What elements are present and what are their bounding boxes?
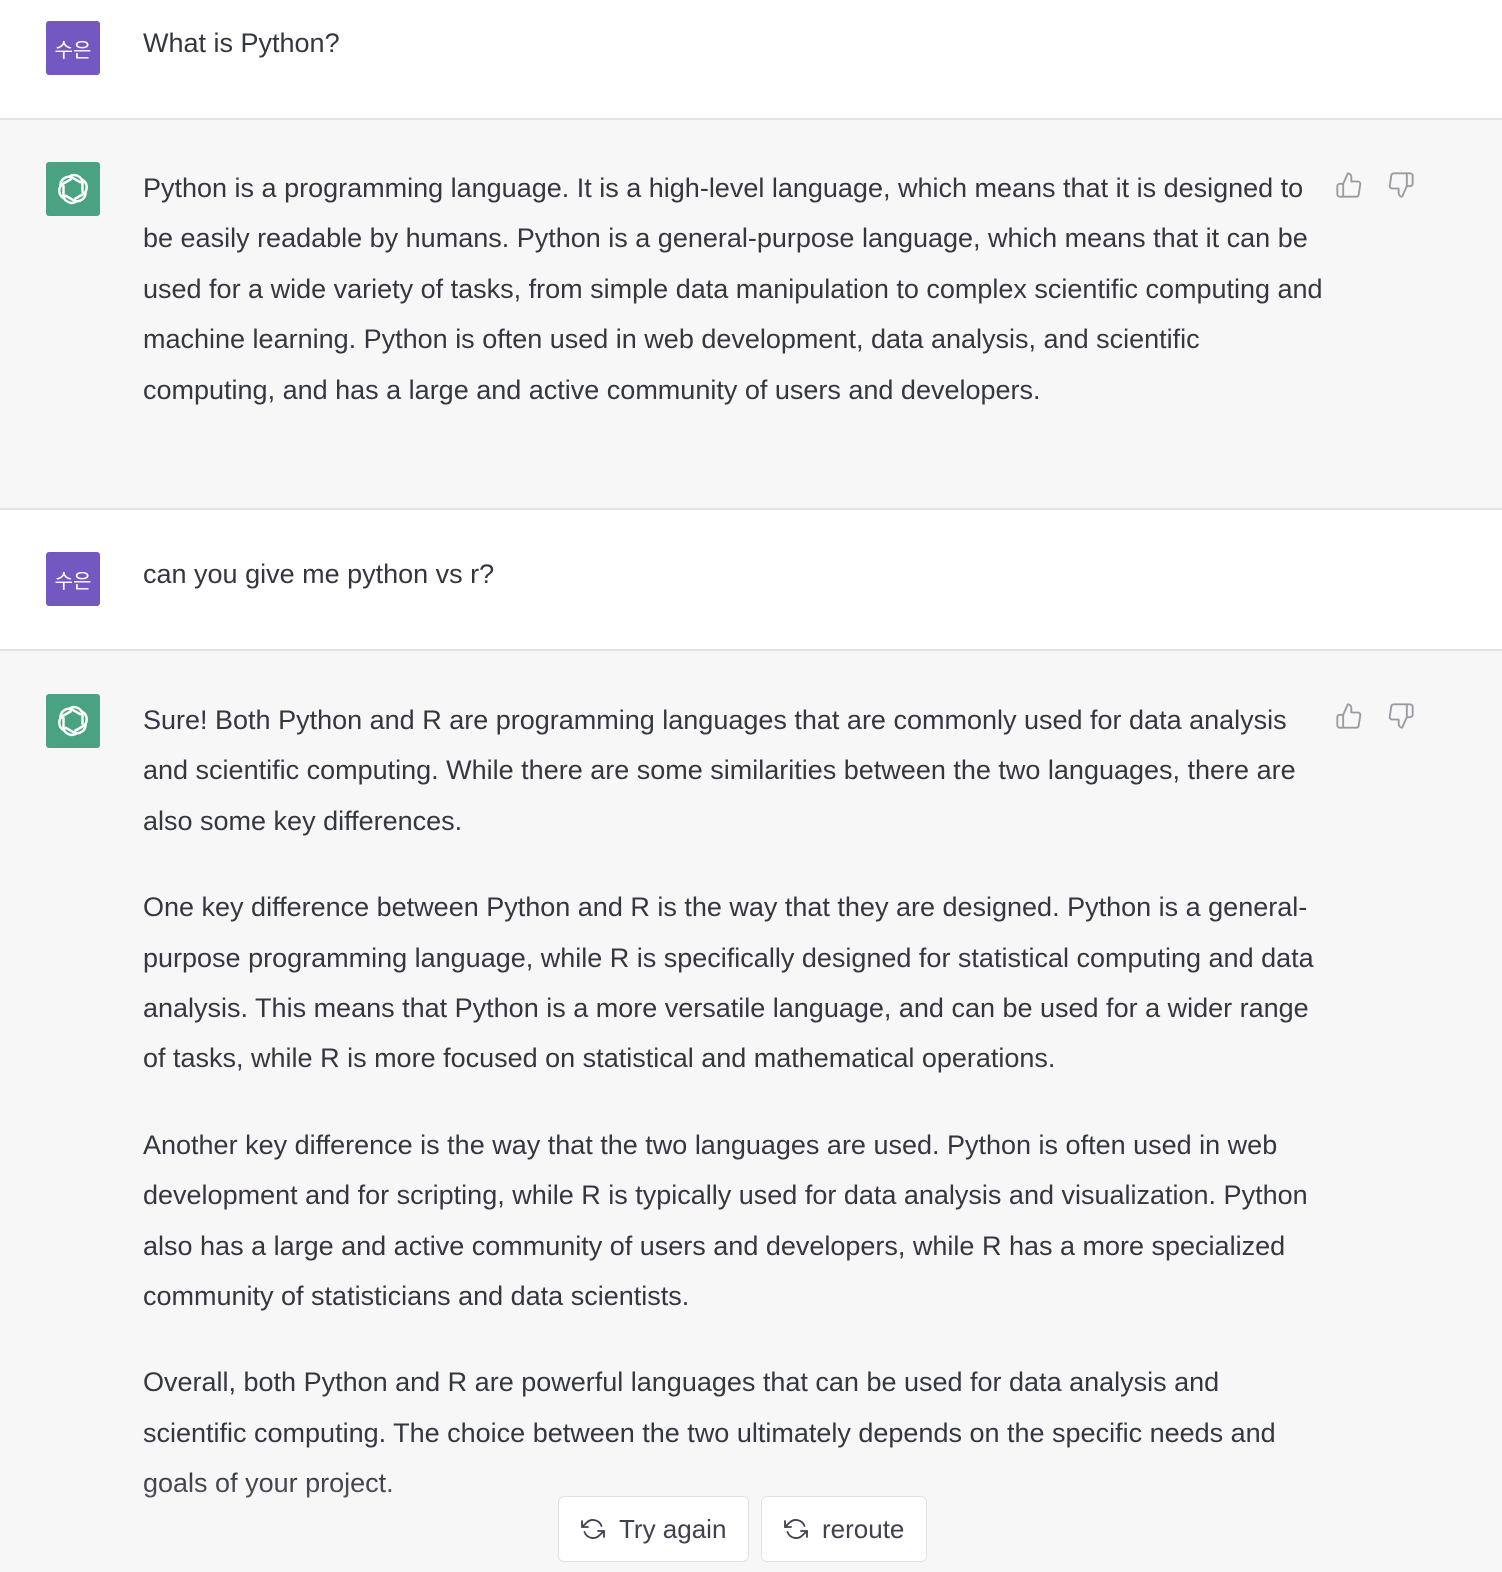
refresh-icon bbox=[784, 1516, 810, 1542]
message-paragraph: What is Python? bbox=[143, 28, 340, 58]
message-text: Python is a programming language. It is … bbox=[143, 163, 1323, 415]
assistant-avatar bbox=[46, 162, 100, 216]
feedback-buttons bbox=[1334, 701, 1416, 731]
user-message: 수은 What is Python? bbox=[0, 0, 1502, 118]
message-paragraph: Sure! Both Python and R are programming … bbox=[143, 705, 1296, 836]
reroute-button[interactable]: reroute bbox=[761, 1496, 928, 1562]
thumbs-down-button[interactable] bbox=[1386, 170, 1416, 200]
user-avatar-text: 수은 bbox=[54, 568, 92, 593]
thumbs-up-button[interactable] bbox=[1334, 170, 1364, 200]
refresh-icon bbox=[581, 1516, 607, 1542]
thumbs-up-button[interactable] bbox=[1334, 701, 1364, 731]
openai-logo-icon bbox=[58, 705, 88, 737]
assistant-message: Python is a programming language. It is … bbox=[0, 120, 1502, 508]
message-paragraph: can you give me python vs r? bbox=[143, 559, 495, 589]
assistant-avatar bbox=[46, 694, 100, 748]
message-paragraph: Python is a programming language. It is … bbox=[143, 173, 1323, 405]
user-avatar: 수은 bbox=[46, 21, 100, 75]
try-again-button[interactable]: Try again bbox=[558, 1496, 750, 1562]
thumbs-down-icon bbox=[1388, 172, 1414, 198]
message-paragraph: One key difference between Python and R … bbox=[143, 892, 1314, 1074]
feedback-buttons bbox=[1334, 170, 1416, 200]
user-avatar-text: 수은 bbox=[54, 37, 92, 62]
message-text: What is Python? bbox=[143, 25, 1323, 61]
user-message: 수은 can you give me python vs r? bbox=[0, 510, 1502, 649]
message-text: Sure! Both Python and R are programming … bbox=[143, 695, 1323, 1509]
chat-thread: 수은 What is Python? Python is a programmi… bbox=[0, 0, 1502, 1572]
assistant-message: Sure! Both Python and R are programming … bbox=[0, 651, 1502, 1572]
message-text: can you give me python vs r? bbox=[143, 556, 1323, 592]
try-again-label: Try again bbox=[619, 1513, 727, 1544]
user-avatar: 수은 bbox=[46, 552, 100, 606]
reroute-label: reroute bbox=[822, 1513, 905, 1544]
thumbs-down-icon bbox=[1388, 703, 1414, 729]
thumbs-up-icon bbox=[1336, 172, 1362, 198]
thumbs-down-button[interactable] bbox=[1386, 701, 1416, 731]
message-paragraph: Overall, both Python and R are powerful … bbox=[143, 1367, 1276, 1499]
openai-logo-icon bbox=[58, 173, 88, 205]
thumbs-up-icon bbox=[1336, 703, 1362, 729]
message-paragraph: Another key difference is the way that t… bbox=[143, 1129, 1308, 1312]
